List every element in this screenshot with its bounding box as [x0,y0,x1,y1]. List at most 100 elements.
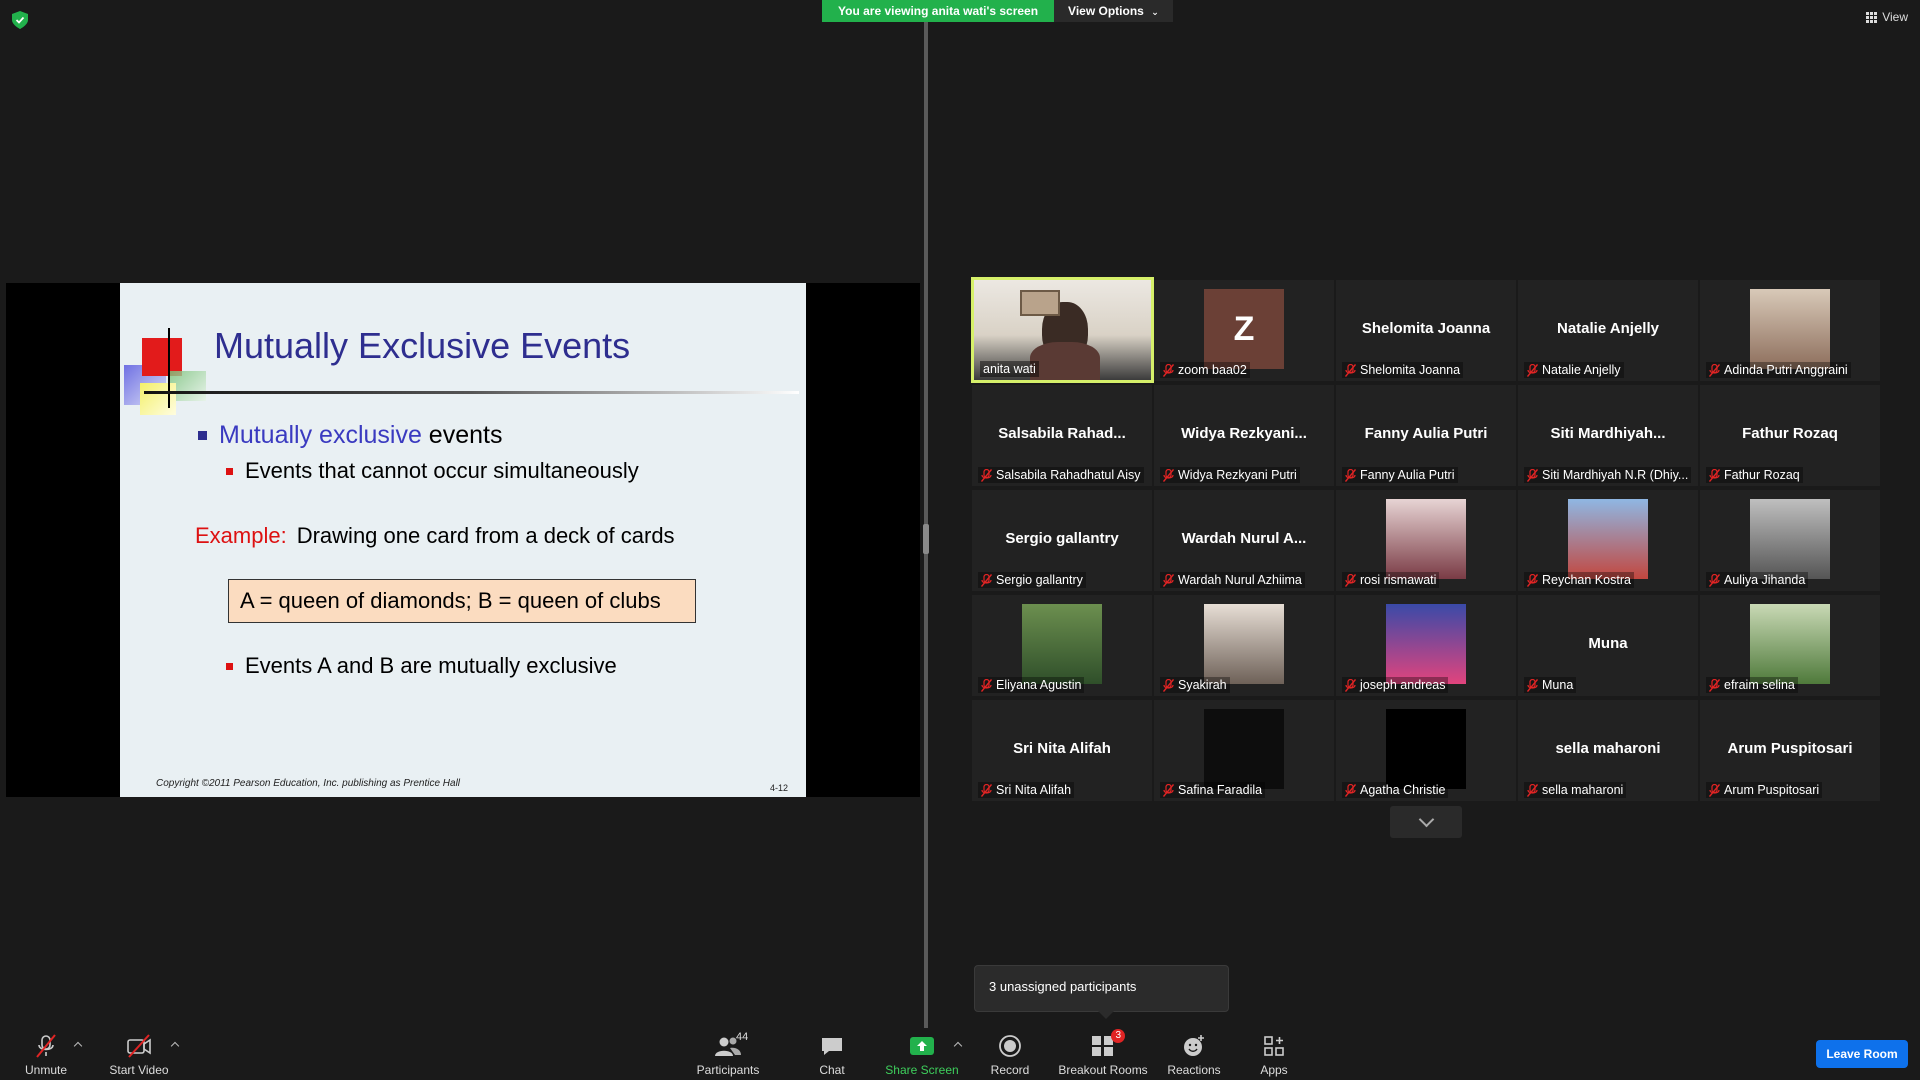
unmute-button[interactable]: Unmute [14,1028,78,1080]
participant-tile[interactable]: anita wati [971,277,1154,383]
view-layout-button[interactable]: View [1866,10,1908,24]
participant-tile[interactable]: Muna Muna [1518,595,1698,696]
participant-name-label: rosi rismawati [1360,573,1437,587]
unmute-label: Unmute [24,1063,68,1077]
gallery-next-page-button[interactable] [1390,806,1462,838]
meeting-toolbar: Unmute Start Video 44 Participants Chat … [0,1028,1920,1080]
breakout-rooms-button[interactable]: 3 Breakout Rooms [1058,1028,1148,1080]
participant-tile[interactable]: Siti Mardhiyah... Siti Mardhiyah N.R (Dhi… [1518,385,1698,486]
participant-tile[interactable]: Sri Nita Alifah Sri Nita Alifah [972,700,1152,801]
participant-name-label: Shelomita Joanna [1360,363,1461,377]
leave-room-button[interactable]: Leave Room [1816,1040,1908,1068]
participant-name-tag: joseph andreas [1342,677,1449,693]
microphone-muted-icon [36,1034,56,1058]
video-off-icon [127,1034,151,1058]
microphone-muted-icon [1163,573,1174,587]
slide-decoration [168,328,170,408]
participant-tile[interactable]: Safina Faradila [1154,700,1334,801]
slide-title-rule [144,391,799,394]
participant-tile[interactable]: Salsabila Rahad... Salsabila Rahadhatul A… [972,385,1152,486]
microphone-muted-icon [981,468,992,482]
participant-name-tag: zoom baa02 [1160,362,1250,378]
reactions-label: Reactions [1167,1063,1221,1077]
participant-name-label: Sri Nita Alifah [996,783,1072,797]
participant-profile-photo [1386,709,1466,789]
audio-options-caret-icon[interactable] [73,1040,83,1050]
participant-profile-photo [1568,499,1648,579]
participant-tile[interactable]: rosi rismawati [1336,490,1516,591]
participant-tile[interactable]: Fanny Aulia Putri Fanny Aulia Putri [1336,385,1516,486]
bullet-text: events [421,421,503,449]
participant-tile[interactable]: Syakirah [1154,595,1334,696]
participant-tile[interactable]: sella maharoni sella maharoni [1518,700,1698,801]
participant-name-label: Fathur Rozaq [1724,468,1800,482]
start-video-button[interactable]: Start Video [104,1028,174,1080]
participant-tile[interactable]: Agatha Christie [1336,700,1516,801]
participants-button[interactable]: 44 Participants [690,1028,766,1080]
split-divider-handle[interactable] [923,524,929,554]
participant-name-label: zoom baa02 [1178,363,1247,377]
share-screen-button[interactable]: Share Screen [884,1028,960,1080]
security-shield-icon[interactable] [12,11,28,29]
chat-button[interactable]: Chat [812,1028,852,1080]
participant-tile[interactable]: Fathur Rozaq Fathur Rozaq [1700,385,1880,486]
grid-view-icon [1866,11,1878,23]
microphone-muted-icon [1709,363,1720,377]
participant-tile[interactable]: joseph andreas [1336,595,1516,696]
reactions-button[interactable]: Reactions [1164,1028,1224,1080]
microphone-muted-icon [1527,783,1538,797]
participant-tile[interactable]: Eliyana Agustin [972,595,1152,696]
apps-button[interactable]: Apps [1256,1028,1292,1080]
participant-name-label: Sergio gallantry [996,573,1083,587]
participant-name-label: Salsabila Rahadhatul Aisy [996,468,1141,482]
video-options-caret-icon[interactable] [170,1040,180,1050]
microphone-muted-icon [1709,468,1720,482]
participant-display-name: Natalie Anjelly [1557,320,1659,337]
microphone-muted-icon [1163,678,1174,692]
share-options-caret-icon[interactable] [953,1040,963,1050]
microphone-muted-icon [1709,573,1720,587]
participant-tile[interactable]: efraim selina [1700,595,1880,696]
participant-name-tag: Sri Nita Alifah [978,782,1075,798]
participant-name-tag: efraim selina [1706,677,1798,693]
participant-name-tag: sella maharoni [1524,782,1627,798]
participant-tile[interactable]: Shelomita Joanna Shelomita Joanna [1336,280,1516,381]
viewing-screen-label: You are viewing anita wati's screen [822,0,1055,22]
participant-tile[interactable]: Wardah Nurul A... Wardah Nurul Azhiima [1154,490,1334,591]
microphone-muted-icon [1163,363,1174,377]
participant-profile-photo [1204,709,1284,789]
view-options-button[interactable]: View Options ⌄ [1054,0,1173,22]
participant-name-tag: Muna [1524,677,1577,693]
microphone-muted-icon [1345,783,1356,797]
participant-tile[interactable]: Natalie Anjelly Natalie Anjelly [1518,280,1698,381]
participant-name-label: efraim selina [1724,678,1795,692]
apps-label: Apps [1260,1063,1288,1077]
participant-tile[interactable]: Auliya Jihanda [1700,490,1880,591]
unassigned-participants-tooltip[interactable]: 3 unassigned participants [974,965,1229,1019]
bullet-square-icon [198,431,207,440]
participant-tile[interactable]: Arum Puspitosari Arum Puspitosari [1700,700,1880,801]
participant-tile[interactable]: Reychan Kostra [1518,490,1698,591]
microphone-muted-icon [1527,363,1538,377]
participant-name-tag: Reychan Kostra [1524,572,1634,588]
participant-name-tag: Fanny Aulia Putri [1342,467,1458,483]
participant-display-name: Fathur Rozaq [1742,425,1838,442]
microphone-muted-icon [1709,783,1720,797]
participant-tile[interactable]: Sergio gallantry Sergio gallantry [972,490,1152,591]
microphone-muted-icon [1527,468,1538,482]
record-label: Record [990,1063,1030,1077]
participant-name-tag: Syakirah [1160,677,1230,693]
participant-display-name: sella maharoni [1555,740,1661,757]
presentation-slide: Mutually Exclusive Events Mutually exclu… [120,283,806,797]
share-screen-label: Share Screen [885,1063,959,1077]
participant-name-label: Fanny Aulia Putri [1360,468,1455,482]
participant-tile[interactable]: Adinda Putri Anggraini [1700,280,1880,381]
participant-tile[interactable]: Zzoom baa02 [1154,280,1334,381]
record-button[interactable]: Record [986,1028,1034,1080]
participant-name-tag: Siti Mardhiyah N.R (Dhiy... [1524,467,1692,483]
participant-tile[interactable]: Widya Rezkyani... Widya Rezkyani Putri [1154,385,1334,486]
microphone-muted-icon [1345,363,1356,377]
slide-number: 4-12 [769,783,788,793]
example-label: Example: [195,523,287,548]
participant-name-label: Natalie Anjelly [1542,363,1621,377]
